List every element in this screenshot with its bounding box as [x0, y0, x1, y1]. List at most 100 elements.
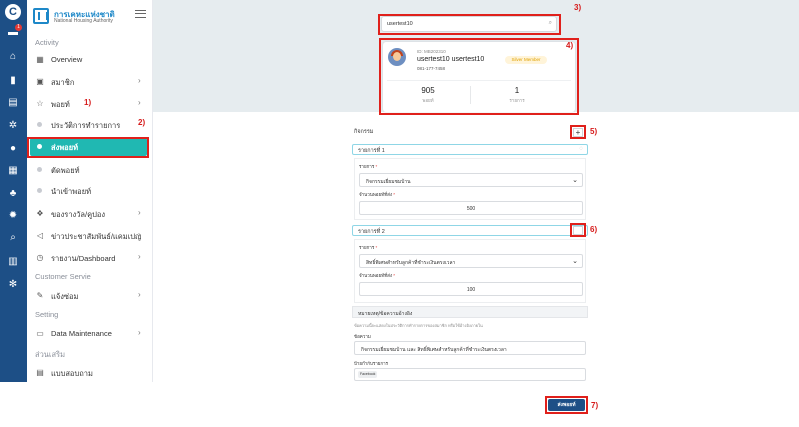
sidebar-item-label: นำเข้าพอยท์ — [51, 187, 92, 196]
menu-toggle-icon[interactable] — [135, 10, 146, 18]
note-hint: ข้อความนี้จะแสดงในประวัติการทำรายการของส… — [354, 323, 483, 328]
sidebar-item-deduct-points[interactable]: ตัดพอยท์ — [27, 162, 153, 178]
megaphone-icon: ◁ — [36, 231, 44, 240]
gear-icon[interactable]: ✲ — [7, 120, 19, 132]
grid-icon: ▦ — [36, 55, 44, 64]
sidebar-item-label: สมาชิก — [51, 78, 75, 87]
sidebar: การเคหะแห่งชาติ National Housing Authori… — [27, 0, 153, 382]
grid-icon[interactable]: ▦ — [7, 165, 19, 177]
list-select[interactable]: สิทธิ์พิเศษสำหรับลูกค้าที่ชำระเงินตรงเวล… — [359, 254, 583, 268]
sidebar-item-label: Data Maintenance — [51, 329, 112, 338]
sidebar-item-data-maintenance[interactable]: ▭ Data Maintenance › — [27, 326, 153, 342]
entry-title: รายการที่ 2 — [358, 229, 385, 235]
users-icon[interactable]: ♣ — [7, 188, 19, 200]
cog-icon[interactable]: ✻ — [7, 279, 19, 291]
points-field-label: จำนวนพอยท์ที่ส่ง * — [359, 273, 396, 278]
highlight-member-card — [379, 38, 579, 115]
note-title: หมายเหตุ/ข้อความอ้างอิง — [358, 311, 413, 317]
tag-input[interactable]: Facebook — [354, 368, 586, 381]
wrench-icon: ✎ — [36, 291, 44, 300]
sidebar-item-label: ของรางวัล/คูปอง — [51, 210, 106, 219]
highlight-send-points — [27, 137, 149, 158]
highlight-add-button — [570, 125, 586, 139]
entry-1-header[interactable]: รายการที่ 1 ◌ — [352, 144, 588, 155]
list-select-value: สิทธิ์พิเศษสำหรับลูกค้าที่ชำระเงินตรงเวล… — [366, 260, 456, 266]
chevron-right-icon: › — [138, 290, 141, 299]
brand-name-en: National Housing Authority — [54, 18, 113, 24]
highlight-entry-button — [570, 223, 586, 237]
chevron-down-icon: ⌄ — [572, 258, 578, 265]
message-input[interactable]: กิจกรรมเยี่ยมชมบ้าน และ สิทธิ์พิเศษสำหรั… — [354, 341, 586, 355]
clock-icon: ◷ — [36, 253, 44, 262]
sidebar-item-label: รายงาน/Dashboard — [51, 254, 116, 263]
id-card-icon: ▣ — [36, 77, 44, 86]
tag-label: ป้ายกำกับรายการ — [354, 361, 389, 366]
app-logo[interactable]: C — [5, 4, 21, 20]
chevron-right-icon: › — [138, 328, 141, 337]
step-7-label: 7) — [591, 401, 599, 410]
chevron-down-icon: › — [138, 98, 141, 107]
document-icon[interactable]: ▤ — [7, 97, 19, 109]
entry-1-panel: รายการ * กิจกรรมเยี่ยมชมบ้าน ⌄ จำนวนพอยท… — [354, 158, 586, 220]
step-2-label: 2) — [138, 118, 146, 127]
bullet-icon — [37, 167, 42, 172]
tag-chip[interactable]: Facebook — [358, 371, 378, 378]
bullet-icon — [37, 188, 42, 193]
entry-2-header[interactable]: รายการที่ 2 — [352, 225, 588, 236]
settings-icon[interactable]: ✹ — [7, 210, 19, 222]
sidebar-item-label: ข่าวประชาสัมพันธ์/แคมเปญ — [51, 232, 142, 241]
sidebar-item-repair[interactable]: ✎ แจ้งซ่อม › — [27, 288, 153, 304]
list-field-label: รายการ * — [359, 164, 378, 169]
sidebar-item-import-points[interactable]: นำเข้าพอยท์ — [27, 183, 153, 199]
notification-badge: 1 — [15, 24, 22, 31]
sidebar-item-news[interactable]: ◁ ข่าวประชาสัมพันธ์/แคมเปญ › — [27, 228, 153, 244]
highlight-submit — [545, 396, 588, 414]
sidebar-item-label: แจ้งซ่อม — [51, 292, 79, 301]
entry-2-panel: รายการ * สิทธิ์พิเศษสำหรับลูกค้าที่ชำระเ… — [354, 239, 586, 303]
list-select[interactable]: กิจกรรมเยี่ยมชมบ้าน ⌄ — [359, 173, 583, 187]
note-section-header: หมายเหตุ/ข้อความอ้างอิง — [352, 306, 588, 318]
folder-icon: ▭ — [36, 329, 44, 338]
sidebar-item-rewards[interactable]: ❖ ของรางวัล/คูปอง › — [27, 206, 153, 222]
collapse-icon[interactable]: ◌ — [579, 146, 583, 152]
chart-icon[interactable]: ▥ — [7, 256, 19, 268]
step-6-label: 6) — [590, 225, 598, 234]
entry-title: รายการที่ 1 — [358, 148, 385, 154]
points-input[interactable]: 500 — [359, 201, 583, 215]
brand[interactable]: การเคหะแห่งชาติ National Housing Authori… — [33, 8, 143, 26]
section-customer-service: Customer Servie — [35, 272, 91, 281]
step-1-label: 1) — [84, 98, 92, 107]
sidebar-item-overview[interactable]: ▦ Overview — [27, 52, 153, 68]
step-3-label: 3) — [574, 3, 582, 12]
home-icon[interactable]: ⌂ — [7, 51, 19, 63]
section-extra: ส่วนเสริม — [35, 350, 66, 359]
activity-label: กิจกรรม — [354, 129, 374, 135]
user-icon[interactable]: ● — [7, 143, 19, 155]
brand-logo-icon — [33, 8, 49, 24]
sidebar-item-members[interactable]: ▣ สมาชิก › — [27, 74, 153, 90]
sidebar-item-point-history[interactable]: ประวัติการทำรายการ — [27, 117, 153, 133]
chevron-down-icon: ⌄ — [572, 177, 578, 184]
chevron-right-icon: › — [138, 230, 141, 239]
icon-rail: C ▬ 1 ⌂ ▮ ▤ ✲ ● ▦ ♣ ✹ ⌕ ▥ ✻ — [0, 0, 27, 382]
list-select-value: กิจกรรมเยี่ยมชมบ้าน — [366, 179, 411, 185]
points-input[interactable]: 100 — [359, 282, 583, 296]
message-label: ข้อความ — [354, 334, 371, 339]
sidebar-item-label: ประวัติการทำรายการ — [51, 121, 121, 130]
list-field-label: รายการ * — [359, 245, 378, 250]
step-4-label: 4) — [566, 41, 574, 50]
chevron-right-icon: › — [138, 208, 141, 217]
sidebar-item-label: แบบสอบถาม — [51, 369, 93, 378]
chevron-right-icon: › — [138, 252, 141, 261]
section-activity: Activity — [35, 38, 59, 47]
sidebar-item-reports[interactable]: ◷ รายงาน/Dashboard › — [27, 250, 153, 266]
chevron-right-icon: › — [138, 76, 141, 85]
sidebar-item-label: Overview — [51, 55, 83, 64]
book-icon[interactable]: ▮ — [7, 75, 19, 87]
section-setting: Setting — [35, 310, 59, 319]
form-icon: ▤ — [36, 368, 44, 377]
step-5-label: 5) — [590, 127, 598, 136]
sidebar-item-survey[interactable]: ▤ แบบสอบถาม — [27, 365, 153, 381]
gift-icon: ❖ — [36, 209, 44, 218]
search-icon[interactable]: ⌕ — [7, 232, 19, 244]
